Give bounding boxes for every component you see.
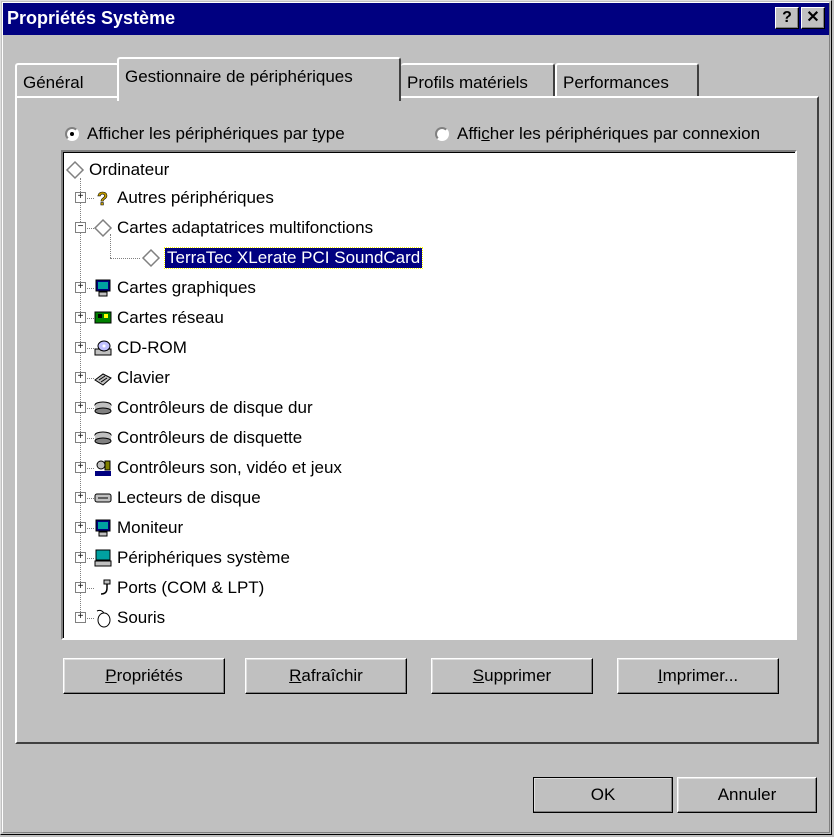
collapse-icon[interactable]: − xyxy=(75,222,86,233)
tree-node-label: Ports (COM & LPT) xyxy=(117,578,265,597)
network-card-icon xyxy=(94,311,112,324)
help-button[interactable]: ? xyxy=(775,7,799,29)
monitor-icon xyxy=(95,519,111,537)
tab-label: Profils matériels xyxy=(407,73,528,92)
svg-text:?: ? xyxy=(97,189,108,208)
tab-label: Général xyxy=(23,73,84,92)
tree-node-label: Moniteur xyxy=(117,518,184,537)
title-bar[interactable]: Propriétés Système ? ✕ xyxy=(3,3,829,35)
device-manager-panel: Afficher les périphériques par type Affi… xyxy=(15,96,819,744)
expand-icon[interactable]: + xyxy=(75,432,86,443)
tree-node-label: CD-ROM xyxy=(117,338,187,357)
tree-node-terratec-soundcard[interactable]: TerraTec XLerate PCI SoundCard xyxy=(141,246,424,270)
tree-node-keyboard[interactable]: Clavier xyxy=(93,366,170,390)
tree-node-disk-drives[interactable]: Lecteurs de disque xyxy=(93,486,261,510)
view-by-type-option[interactable]: Afficher les périphériques par type xyxy=(65,124,345,144)
tree-node-label: Contrôleurs son, vidéo et jeux xyxy=(117,458,342,477)
monitor-icon xyxy=(95,279,111,297)
tree-node-label: Périphériques système xyxy=(117,548,290,567)
tab-label: Gestionnaire de périphériques xyxy=(125,67,353,86)
tree-node-label: Cartes réseau xyxy=(117,308,224,327)
cdrom-icon xyxy=(94,340,112,356)
tree-node-label: Autres périphériques xyxy=(117,188,274,207)
expand-icon[interactable]: + xyxy=(75,582,86,593)
tree-node-label: Cartes adaptatrices multifonctions xyxy=(117,218,374,237)
expand-icon[interactable]: + xyxy=(75,192,86,203)
tree-node-label: Lecteurs de disque xyxy=(117,488,261,507)
device-tree[interactable]: Ordinateur + ? Autres périphériques − Ca… xyxy=(61,150,797,640)
tree-connector xyxy=(110,258,140,259)
tree-node-floppy-controllers[interactable]: Contrôleurs de disquette xyxy=(93,426,302,450)
port-icon xyxy=(100,579,111,595)
radio-by-type[interactable] xyxy=(65,127,79,141)
view-by-connection-label: Afficher les périphériques par connexion xyxy=(457,124,761,143)
expand-icon[interactable]: + xyxy=(75,522,86,533)
mouse-icon xyxy=(96,609,111,628)
properties-button[interactable]: Propriétés xyxy=(63,658,225,694)
tree-node-system-devices[interactable]: Périphériques système xyxy=(93,546,290,570)
tree-connector xyxy=(80,178,81,612)
sound-icon xyxy=(95,460,111,476)
refresh-button[interactable]: Rafraîchir xyxy=(245,658,407,694)
close-button[interactable]: ✕ xyxy=(801,7,825,29)
cancel-button[interactable]: Annuler xyxy=(677,777,817,813)
diamond-icon xyxy=(93,218,113,238)
tree-node-display-adapters[interactable]: Cartes graphiques xyxy=(93,276,256,300)
keyboard-icon xyxy=(94,373,112,386)
tree-node-network-adapters[interactable]: Cartes réseau xyxy=(93,306,224,330)
drive-icon xyxy=(94,493,112,503)
view-by-type-label: Afficher les périphériques par type xyxy=(87,124,345,143)
tree-node-multifunction-adapters[interactable]: Cartes adaptatrices multifonctions xyxy=(93,216,373,240)
tab-performance[interactable]: Performances xyxy=(555,63,699,96)
computer-icon xyxy=(94,549,112,567)
expand-icon[interactable]: + xyxy=(75,492,86,503)
disk-controller-icon xyxy=(94,401,112,415)
system-properties-window: Propriétés Système ? ✕ Général Gestionna… xyxy=(0,0,832,835)
expand-icon[interactable]: + xyxy=(75,282,86,293)
expand-icon[interactable]: + xyxy=(75,552,86,563)
tab-general[interactable]: Général xyxy=(15,63,119,96)
ok-button[interactable]: OK xyxy=(533,777,673,813)
radio-by-connection[interactable] xyxy=(435,127,449,141)
tree-node-label: Clavier xyxy=(117,368,170,387)
tree-node-hdd-controllers[interactable]: Contrôleurs de disque dur xyxy=(93,396,313,420)
disk-controller-icon xyxy=(94,431,112,445)
tree-node-monitor[interactable]: Moniteur xyxy=(93,516,183,540)
tree-node-label: Contrôleurs de disque dur xyxy=(117,398,313,417)
expand-icon[interactable]: + xyxy=(75,462,86,473)
tree-node-ports[interactable]: Ports (COM & LPT) xyxy=(93,576,264,600)
question-icon: ? xyxy=(97,189,109,208)
expand-icon[interactable]: + xyxy=(75,372,86,383)
tree-node-other-devices[interactable]: ? Autres périphériques xyxy=(93,186,274,210)
print-button[interactable]: Imprimer... xyxy=(617,658,779,694)
tree-node-label: Ordinateur xyxy=(89,160,170,179)
diamond-icon xyxy=(141,248,161,268)
tab-label: Performances xyxy=(563,73,669,92)
tree-node-cdrom[interactable]: CD-ROM xyxy=(93,336,187,360)
tree-node-mouse[interactable]: Souris xyxy=(93,606,165,630)
window-title: Propriétés Système xyxy=(7,8,176,28)
tree-node-label: Souris xyxy=(117,608,166,627)
expand-icon[interactable]: + xyxy=(75,342,86,353)
tree-node-label: Cartes graphiques xyxy=(117,278,256,297)
view-by-connection-option[interactable]: Afficher les périphériques par connexion xyxy=(435,124,760,144)
tree-node-sound-video-game[interactable]: Contrôleurs son, vidéo et jeux xyxy=(93,456,342,480)
diamond-icon xyxy=(65,160,85,180)
tab-hardware-profiles[interactable]: Profils matériels xyxy=(401,63,555,96)
expand-icon[interactable]: + xyxy=(75,402,86,413)
tree-node-label: TerraTec XLerate PCI SoundCard xyxy=(163,247,424,269)
tree-node-label: Contrôleurs de disquette xyxy=(117,428,303,447)
expand-icon[interactable]: + xyxy=(75,312,86,323)
expand-icon[interactable]: + xyxy=(75,612,86,623)
tree-node-computer[interactable]: Ordinateur xyxy=(65,158,169,182)
tab-device-manager[interactable]: Gestionnaire de périphériques xyxy=(117,57,401,101)
remove-button[interactable]: Supprimer xyxy=(431,658,593,694)
